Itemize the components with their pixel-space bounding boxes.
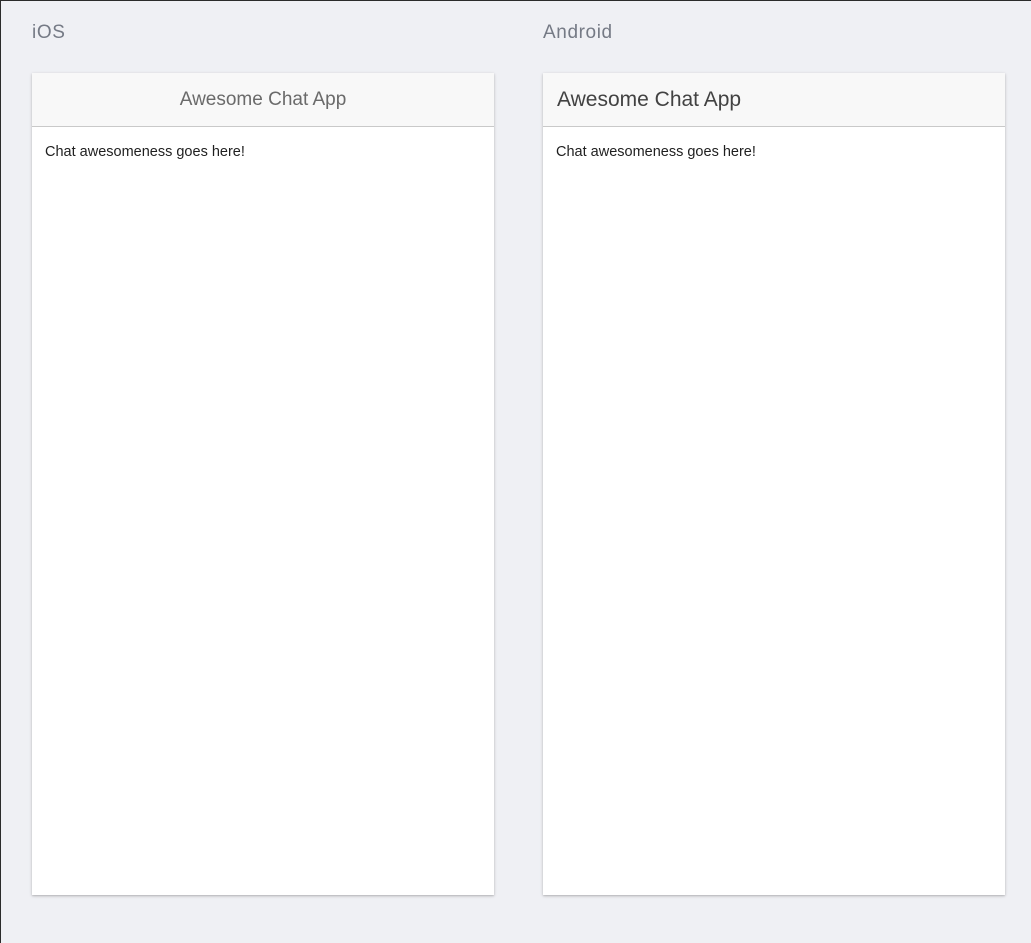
ios-content-text: Chat awesomeness goes here! [45,144,245,160]
android-device-preview: Awesome Chat App Chat awesomeness goes h… [543,73,1005,895]
android-toolbar: Awesome Chat App [543,73,1005,127]
ios-device-preview: Awesome Chat App Chat awesomeness goes h… [32,73,494,895]
ios-toolbar: Awesome Chat App [32,73,494,127]
ios-toolbar-title: Awesome Chat App [179,89,347,110]
android-platform-label: Android [543,22,613,43]
android-content-text: Chat awesomeness goes here! [556,144,756,160]
android-toolbar-title: Awesome Chat App [557,88,742,111]
platform-preview-workspace: iOS Android Awesome Chat App Chat awesom… [0,0,1031,943]
ios-platform-label: iOS [32,22,66,43]
